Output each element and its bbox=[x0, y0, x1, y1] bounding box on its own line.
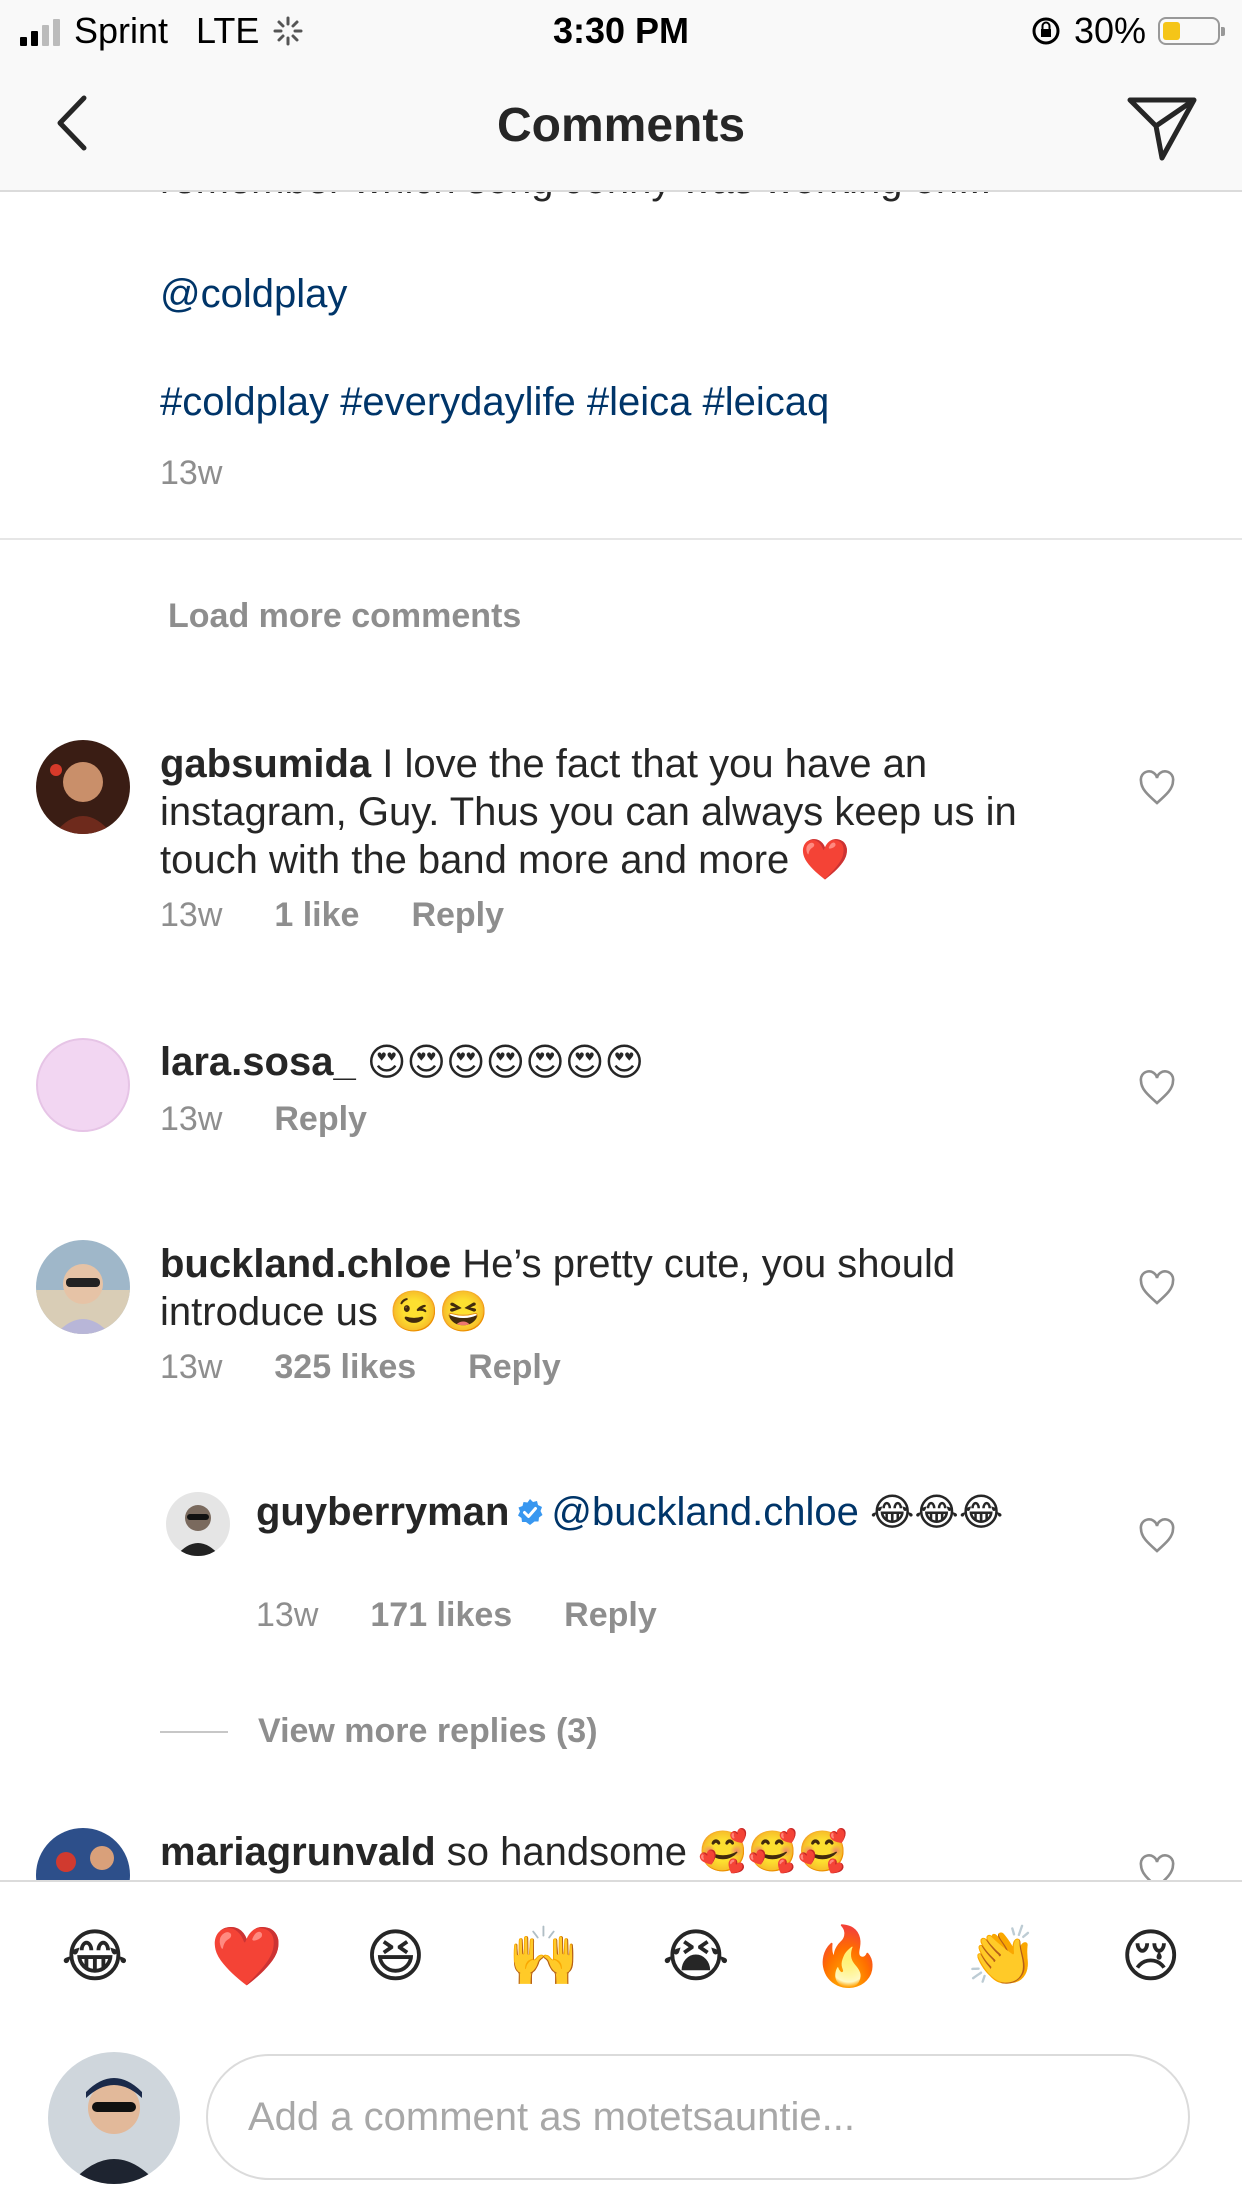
emoji-fire[interactable]: 🔥 bbox=[812, 1922, 884, 1991]
emoji-grinning-squint[interactable]: 😆 bbox=[365, 1922, 425, 1990]
comment-likes-count[interactable]: 1 like bbox=[274, 896, 359, 935]
avatar[interactable] bbox=[36, 1038, 130, 1132]
reply-button[interactable]: Reply bbox=[274, 1100, 367, 1139]
quick-emoji-bar: 😂 ❤️ 😆 🙌 😭 🔥 👏 😢 bbox=[0, 1880, 1242, 2030]
caption-timestamp: 13w bbox=[160, 454, 223, 492]
comment-username[interactable]: mariagrunvald bbox=[160, 1830, 436, 1874]
battery-icon bbox=[1158, 17, 1225, 45]
verified-badge-icon bbox=[518, 1499, 543, 1525]
comment-timestamp: 13w bbox=[160, 896, 223, 934]
divider bbox=[0, 538, 1242, 540]
avatar[interactable] bbox=[166, 1492, 230, 1556]
comment-input[interactable] bbox=[206, 2054, 1190, 2180]
heart-icon[interactable] bbox=[1138, 1270, 1176, 1306]
avatar[interactable] bbox=[36, 1240, 130, 1334]
caption-hashtags[interactable]: #coldplay #everydaylife #leica #leicaq bbox=[160, 380, 829, 425]
comment-text: so handsome 🥰🥰🥰 bbox=[446, 1830, 848, 1874]
avatar[interactable] bbox=[36, 740, 130, 834]
reply-button[interactable]: Reply bbox=[468, 1348, 561, 1387]
reply-button[interactable]: Reply bbox=[411, 896, 504, 935]
heart-icon[interactable] bbox=[1138, 1854, 1176, 1880]
emoji-loudly-crying[interactable]: 😭 bbox=[662, 1922, 730, 1990]
divider bbox=[160, 1730, 228, 1733]
comment-likes-count[interactable]: 325 likes bbox=[274, 1348, 416, 1387]
caption-mention-link[interactable]: @coldplay bbox=[160, 272, 347, 317]
emoji-red-heart[interactable]: ❤️ bbox=[211, 1922, 283, 1991]
comment-timestamp: 13w bbox=[256, 1596, 319, 1634]
comment-text: 😂😂😂 bbox=[870, 1490, 1004, 1534]
heart-icon[interactable] bbox=[1138, 1518, 1176, 1554]
caption-text: remember which song Jonny was working on… bbox=[160, 192, 991, 203]
navigation-bar: Comments bbox=[0, 62, 1242, 192]
comment-timestamp: 13w bbox=[160, 1100, 223, 1138]
page-title: Comments bbox=[496, 99, 746, 152]
comment-text: 😍😍😍😍😍😍😍 bbox=[366, 1040, 645, 1084]
emoji-raised-hands[interactable]: 🙌 bbox=[508, 1922, 580, 1991]
comment-username[interactable]: guyberryman bbox=[256, 1490, 509, 1534]
battery-percent: 30% bbox=[1073, 10, 1146, 51]
avatar[interactable] bbox=[36, 1828, 130, 1880]
comment-username[interactable]: lara.sosa_ bbox=[160, 1040, 356, 1084]
emoji-crying-face[interactable]: 😢 bbox=[1120, 1922, 1180, 1990]
reply-button[interactable]: Reply bbox=[564, 1596, 657, 1635]
load-more-comments-button[interactable]: Load more comments bbox=[168, 597, 521, 636]
rotation-lock-icon bbox=[1032, 17, 1060, 45]
heart-icon[interactable] bbox=[1138, 770, 1176, 806]
comment-timestamp: 13w bbox=[160, 1348, 223, 1386]
comment-likes-count[interactable]: 171 likes bbox=[370, 1596, 512, 1635]
heart-icon[interactable] bbox=[1138, 1070, 1176, 1106]
view-more-replies-button[interactable]: View more replies (3) bbox=[160, 1712, 598, 1751]
view-more-replies-label: View more replies (3) bbox=[258, 1712, 598, 1750]
emoji-laughing-tears[interactable]: 😂 bbox=[61, 1922, 129, 1990]
current-user-avatar bbox=[48, 2052, 180, 2184]
status-bar: Sprint LTE 3:30 PM 30% bbox=[0, 0, 1242, 62]
comment-username[interactable]: buckland.chloe bbox=[160, 1242, 451, 1286]
comment-composer bbox=[0, 2030, 1242, 2208]
paper-plane-icon[interactable] bbox=[1122, 86, 1202, 166]
reply-mention-link[interactable]: @buckland.chloe bbox=[551, 1490, 858, 1534]
emoji-clapping-hands[interactable]: 👏 bbox=[966, 1922, 1038, 1991]
comment-username[interactable]: gabsumida bbox=[160, 742, 371, 786]
comments-list[interactable]: remember which song Jonny was working on… bbox=[0, 192, 1242, 1880]
